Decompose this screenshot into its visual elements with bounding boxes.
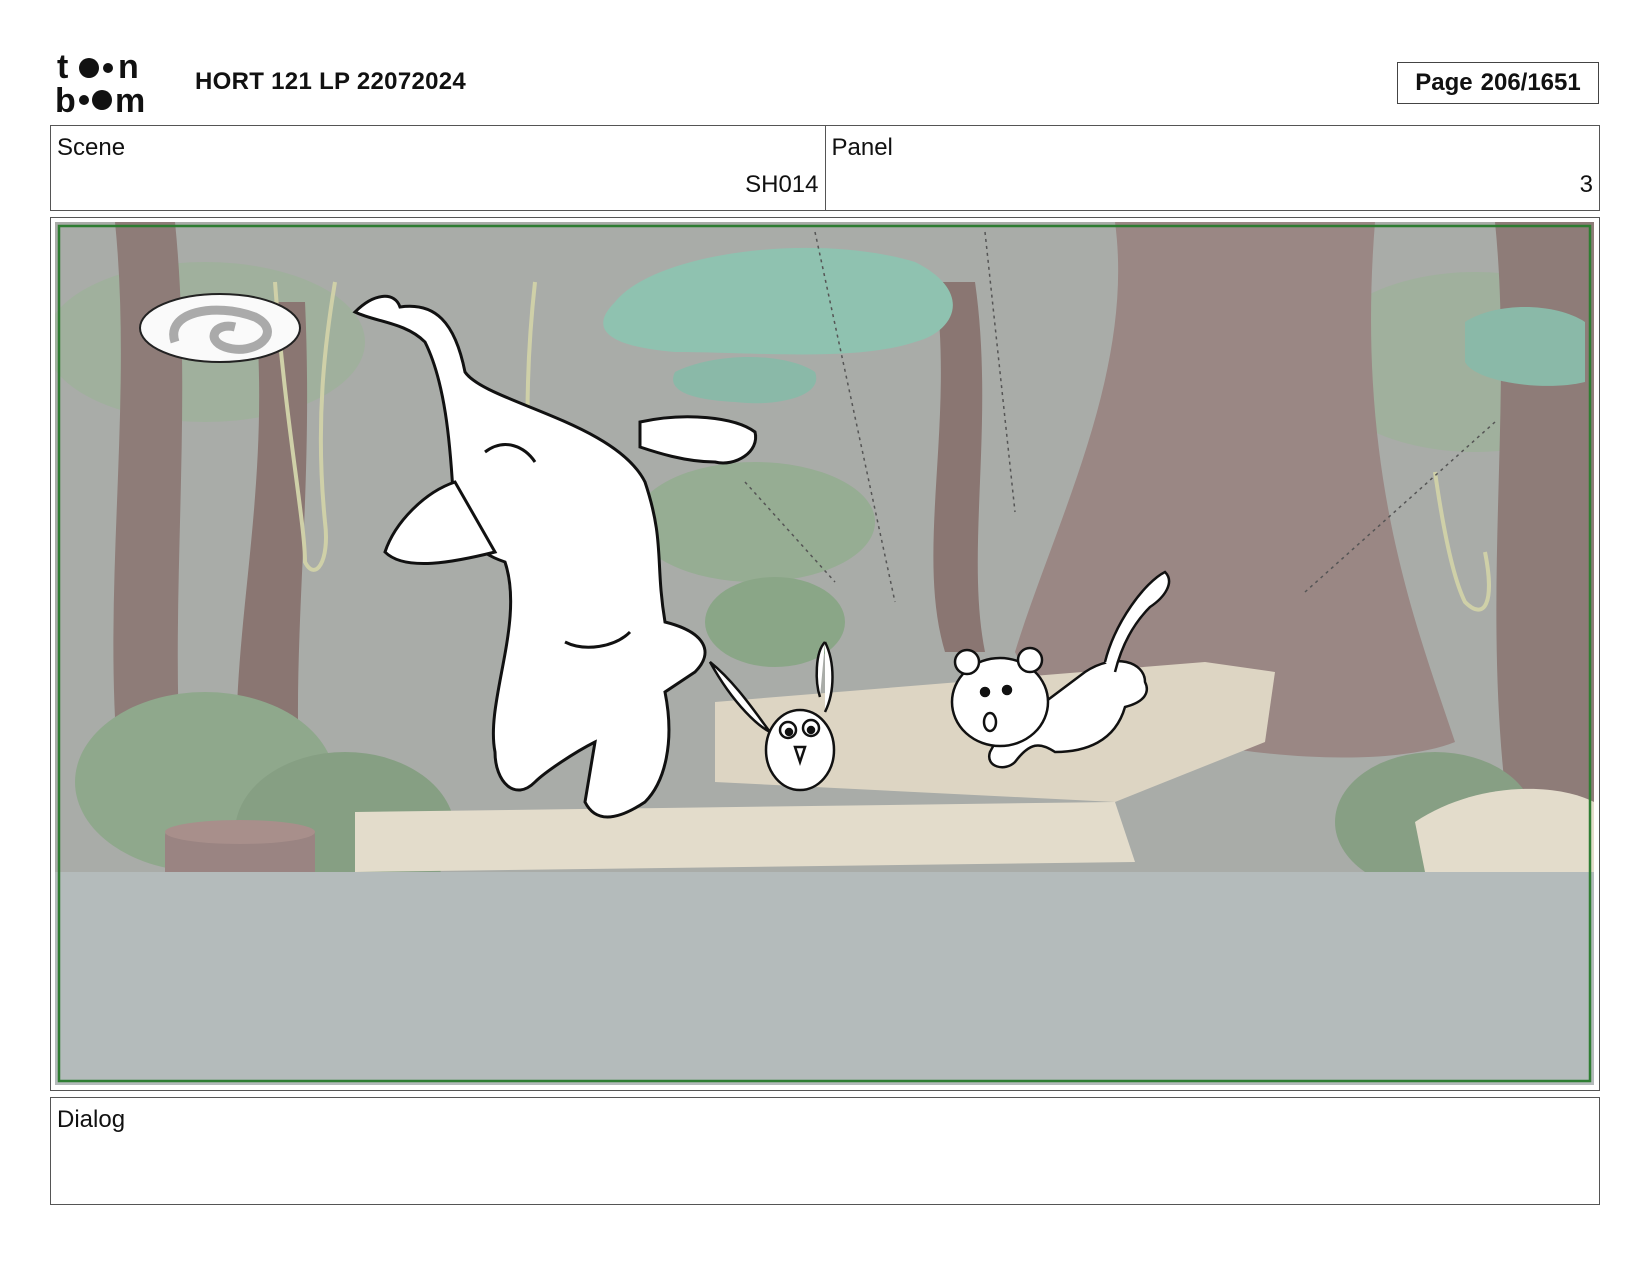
scene-panel-row: Scene SH014 Panel 3: [50, 125, 1600, 211]
dialog-box: Dialog: [50, 1097, 1600, 1205]
page-label: Page: [1415, 69, 1473, 96]
page-indicator: Page 206/1651: [1397, 62, 1599, 104]
scene-value: SH014: [745, 171, 819, 198]
panel-label: Panel: [831, 134, 893, 161]
dialog-label: Dialog: [57, 1106, 126, 1133]
page-number: 206/1651: [1480, 69, 1581, 96]
document-title: HORT 121 LP 22072024: [195, 68, 467, 95]
panel-cell: Panel 3: [824, 126, 1600, 210]
svg-text:m: m: [115, 82, 145, 115]
toon-boom-logo-icon: t n b m: [55, 50, 145, 115]
svg-text:b: b: [55, 82, 76, 115]
panel-value: 3: [1579, 171, 1593, 198]
scene-label: Scene: [57, 134, 126, 161]
dizzy-swirl-icon: [139, 293, 301, 363]
storyboard-drawing: [55, 222, 1594, 1085]
storyboard-panel-image: [50, 217, 1600, 1091]
svg-text:n: n: [118, 50, 139, 86]
ground-plane: [55, 872, 1594, 1085]
rock-platform: [355, 802, 1135, 872]
scene-cell: Scene SH014: [51, 126, 825, 210]
svg-text:t: t: [57, 50, 68, 86]
toon-boom-logo: t n b m: [55, 50, 170, 115]
